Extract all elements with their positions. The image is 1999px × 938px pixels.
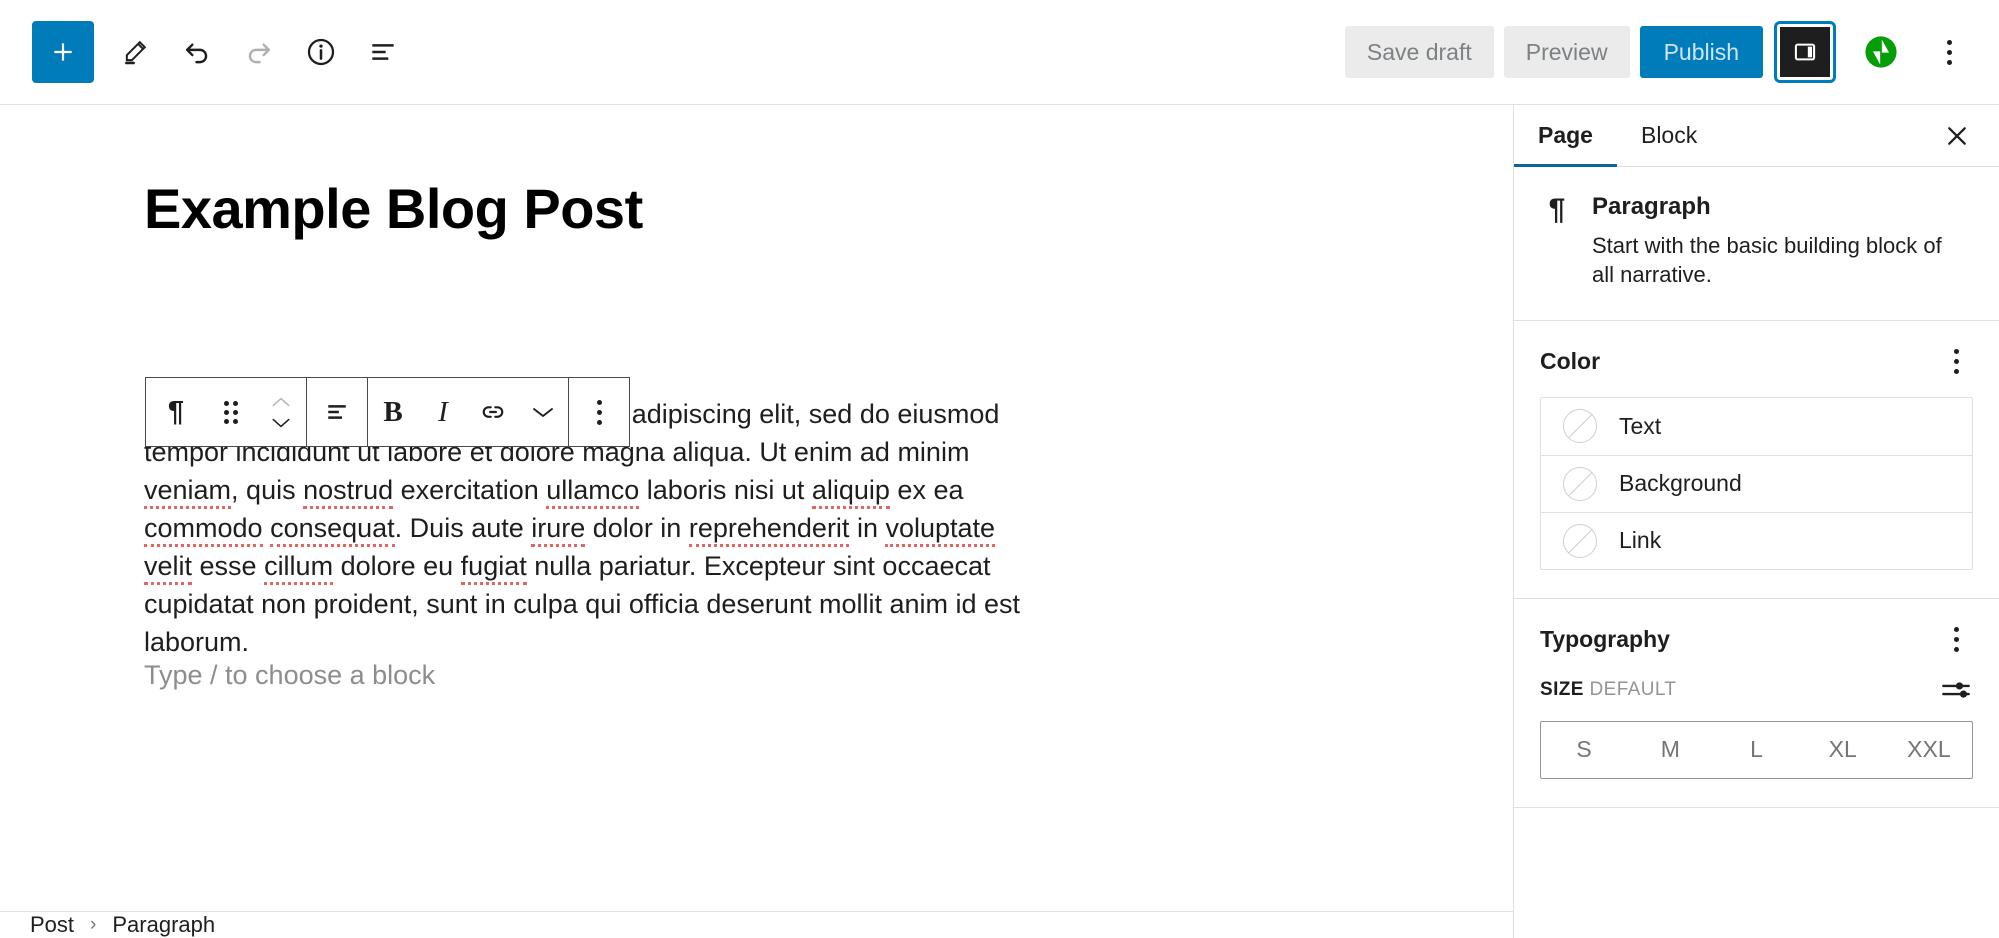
color-row-link[interactable]: Link [1541,511,1972,569]
font-size-label: SIZE DEFAULT [1540,679,1676,701]
color-row-text[interactable]: Text [1541,398,1972,455]
kebab-dots [1953,349,1959,375]
bold-glyph: B [383,395,403,428]
typography-section-header: Typography [1540,623,1973,657]
drag-dots [224,400,238,424]
color-row-label: Background [1619,470,1742,497]
publish-button[interactable]: Publish [1639,26,1763,78]
misspelled-word: commodo [144,513,263,548]
kebab-dots [1946,39,1952,65]
post-title[interactable]: Example Blog Post [144,177,1144,241]
settings-sidebar: Page Block ¶ Paragraph Start with the ba… [1513,105,1999,938]
color-row-label: Text [1619,412,1662,439]
misspelled-word: nostrud [303,475,394,510]
color-options-list: Text Background Link [1540,396,1973,570]
color-row-background[interactable]: Background [1541,454,1972,512]
breadcrumb-separator-icon: › [90,914,97,935]
add-block-inserter-button[interactable] [32,21,94,83]
block-toolbar-group-format: B I [367,378,568,446]
header-left-tools [32,21,414,83]
misspelled-word: aliquip [811,475,890,510]
font-size-option-m[interactable]: M [1627,722,1713,778]
misspelled-word: veniam [144,475,232,510]
no-color-swatch-icon [1563,523,1597,558]
color-section-title: Color [1540,348,1601,375]
typography-options-kebab-icon[interactable] [1939,623,1973,657]
font-size-row: SIZE DEFAULT [1540,675,1973,705]
block-card-text: Paragraph Start with the basic building … [1592,193,1942,290]
block-toolbar-group-options [568,378,629,446]
font-size-key: SIZE [1540,678,1584,700]
edit-pencil-icon[interactable] [104,21,166,83]
block-options-icon[interactable] [569,378,629,446]
header-right-actions: Save draft Preview Publish [1344,21,1977,83]
block-card: ¶ Paragraph Start with the basic buildin… [1514,167,1999,321]
misspelled-word: cillum [264,551,334,586]
misspelled-word: reprehenderit [688,513,850,548]
misspelled-word: irure [531,513,586,548]
redo-icon[interactable] [228,21,290,83]
info-icon[interactable] [290,21,352,83]
preview-button[interactable]: Preview [1503,26,1630,78]
kebab-dots [1953,627,1959,653]
typography-section-title: Typography [1540,626,1670,653]
more-rich-text-chevron-down-icon[interactable] [518,378,568,446]
color-section: Color Text Background Link [1514,321,1999,599]
no-color-swatch-icon [1563,466,1597,501]
misspelled-word: fugiat [460,551,527,586]
block-type-paragraph-button[interactable]: ¶ [146,378,206,446]
editor-more-options-icon[interactable] [1921,21,1977,83]
font-size-value: DEFAULT [1589,678,1677,700]
drag-handle-icon[interactable] [206,378,256,446]
font-size-option-l[interactable]: L [1713,722,1799,778]
breadcrumb-item-post[interactable]: Post [30,912,74,938]
pilcrow-icon: ¶ [1548,193,1566,226]
empty-block-placeholder[interactable]: Type / to choose a block [144,660,435,691]
misspelled-word: ullamco [546,475,640,510]
block-card-description: Start with the basic building block of a… [1592,233,1942,288]
italic-glyph: I [438,395,448,428]
sidebar-tabs: Page Block [1514,105,1999,167]
kebab-dots [596,399,602,425]
align-text-icon[interactable] [307,378,367,446]
tab-block[interactable]: Block [1617,105,1721,166]
misspelled-word: consequat [270,513,395,548]
misspelled-word: velit [144,551,193,586]
color-options-kebab-icon[interactable] [1939,345,1973,379]
italic-button[interactable]: I [418,378,468,446]
settings-sidebar-toggle-button[interactable] [1774,21,1836,83]
list-view-icon[interactable] [352,21,414,83]
block-toolbar-group-block: ¶ [146,378,306,446]
no-color-swatch-icon [1563,409,1597,444]
font-size-toggle-group: S M L XL XXL [1540,720,1973,779]
tab-page[interactable]: Page [1514,105,1617,167]
save-draft-button[interactable]: Save draft [1344,26,1494,78]
color-row-label: Link [1619,527,1662,554]
breadcrumb-item-paragraph[interactable]: Paragraph [112,912,215,938]
block-toolbar-group-align [306,378,367,446]
undo-icon[interactable] [166,21,228,83]
jetpack-icon[interactable] [1851,21,1911,83]
move-up-down-icon[interactable] [256,378,306,446]
close-icon[interactable] [1931,105,1983,166]
typography-section: Typography SIZE DEFAULT S M L XL XXL [1514,599,1999,808]
font-size-option-s[interactable]: S [1541,722,1627,778]
link-button[interactable] [468,378,518,446]
editor-header-toolbar: Save draft Preview Publish [0,0,1999,105]
wordpress-block-editor: Save draft Preview Publish Example Blog … [0,0,1999,938]
misspelled-word: voluptate [885,513,996,548]
bold-button[interactable]: B [368,378,418,446]
editor-canvas[interactable]: Example Blog Post ¶ B I adipiscing elit,… [0,105,1513,911]
breadcrumb: Post › Paragraph [0,911,1513,938]
mover-chevrons [270,396,292,429]
font-size-option-xxl[interactable]: XXL [1886,722,1972,778]
font-size-option-xl[interactable]: XL [1800,722,1886,778]
pilcrow-icon: ¶ [167,395,185,428]
color-section-header: Color [1540,345,1973,379]
block-toolbar: ¶ B I [145,377,630,447]
custom-size-sliders-icon[interactable] [1939,675,1973,705]
block-card-title: Paragraph [1592,193,1711,220]
